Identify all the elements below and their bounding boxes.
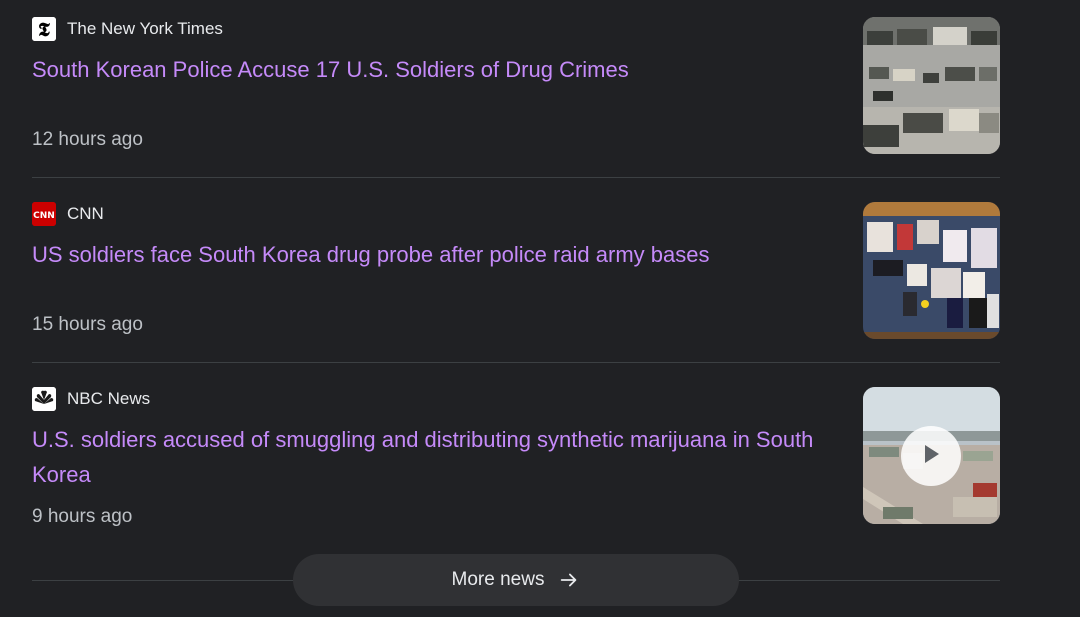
more-news-button[interactable]: More news xyxy=(293,554,739,606)
news-article[interactable]: NBC News U.S. soldiers accused of smuggl… xyxy=(32,370,1000,555)
article-time: 9 hours ago xyxy=(32,506,133,527)
article-time: 15 hours ago xyxy=(32,314,143,335)
seized-items-thumbnail[interactable] xyxy=(863,202,1000,339)
news-section: 𝕿 The New York Times South Korean Police… xyxy=(0,0,1080,617)
article-headline[interactable]: U.S. soldiers accused of smuggling and d… xyxy=(32,422,832,492)
article-source: CNN CNN xyxy=(32,202,104,226)
divider xyxy=(32,177,1000,178)
more-news-label: More news xyxy=(451,569,545,590)
source-name: CNN xyxy=(67,204,104,223)
article-headline[interactable]: US soldiers face South Korea drug probe … xyxy=(32,237,832,272)
article-source: 𝕿 The New York Times xyxy=(32,17,223,41)
army-base-video-thumbnail[interactable] xyxy=(863,387,1000,524)
play-icon xyxy=(921,443,941,470)
military-vehicles-thumbnail[interactable] xyxy=(863,17,1000,154)
play-button[interactable] xyxy=(901,426,961,486)
article-headline[interactable]: South Korean Police Accuse 17 U.S. Soldi… xyxy=(32,52,832,87)
source-name: NBC News xyxy=(67,389,151,408)
cnn-logo-icon: CNN xyxy=(32,202,56,226)
article-source: NBC News xyxy=(32,387,150,411)
source-name: The New York Times xyxy=(67,19,223,38)
news-article[interactable]: 𝕿 The New York Times South Korean Police… xyxy=(32,0,1000,185)
news-article[interactable]: CNN CNN US soldiers face South Korea dru… xyxy=(32,185,1000,370)
divider xyxy=(32,362,1000,363)
svg-text:CNN: CNN xyxy=(33,211,55,221)
nbc-logo-icon xyxy=(32,387,56,411)
svg-text:𝕿: 𝕿 xyxy=(38,19,50,41)
arrow-right-icon xyxy=(558,569,580,591)
article-time: 12 hours ago xyxy=(32,129,143,150)
nyt-logo-icon: 𝕿 xyxy=(32,17,56,41)
